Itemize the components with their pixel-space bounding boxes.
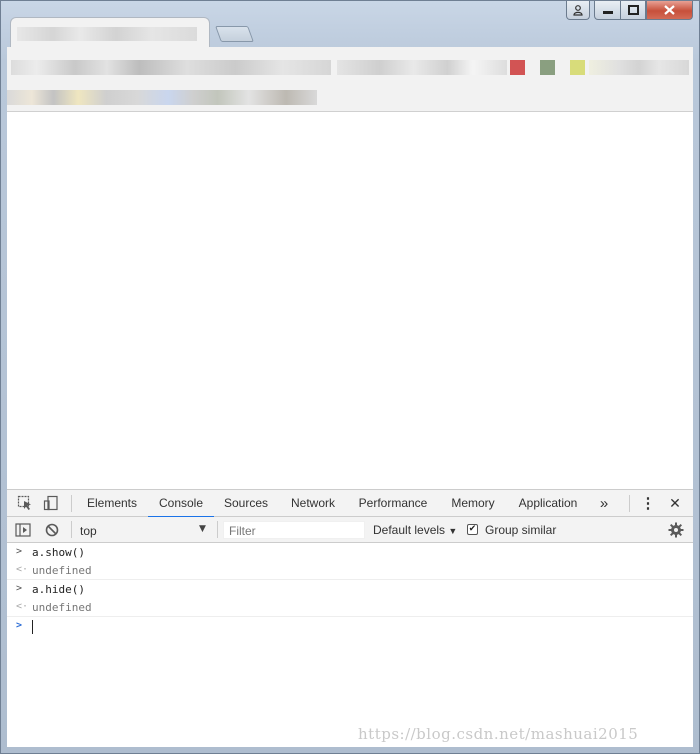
log-levels-dropdown[interactable]: Default levels ▼ [373,523,457,537]
filter-input[interactable]: Filter [223,521,365,539]
user-icon [573,4,583,16]
console-line: <· undefined [7,562,693,580]
tab-console[interactable]: Console [148,490,214,518]
toolbar-separator [629,495,630,512]
text-caret [32,620,33,634]
console-input-text: a.hide() [32,583,85,596]
tab-network[interactable]: Network [286,490,340,517]
prompt-chevron-icon: > [16,620,23,631]
tab-performance[interactable]: Performance [356,490,430,517]
address-bar-blurred[interactable] [11,60,331,75]
watermark: https://blog.csdn.net/mashuai2015 [358,725,639,743]
log-levels-label: Default levels [373,523,446,537]
group-similar-checkbox[interactable]: ✔ [467,524,478,535]
clear-console-icon[interactable] [43,521,61,539]
extension-icon-yellow[interactable] [570,60,585,75]
tab-application[interactable]: Application [515,490,581,517]
devtools-menu-button[interactable]: ⋮ [639,490,657,517]
tab-sources[interactable]: Sources [219,490,273,517]
devtools-panel: Elements Console Sources Network Perform… [7,489,693,747]
console-prompt[interactable]: > [7,618,693,636]
context-selector[interactable]: top [80,524,97,538]
extension-icon-green[interactable] [540,60,555,75]
console-output-text: undefined [32,601,92,614]
input-prompt-icon: > [16,583,23,594]
close-devtools-button[interactable]: ✕ [666,490,684,517]
restore-icon [627,5,639,15]
console-line: > a.show() [7,544,693,562]
console-input-text: a.show() [32,546,85,559]
toolbar-separator [217,521,218,538]
minimize-button[interactable] [594,1,621,20]
close-icon [664,5,675,15]
console-line: > a.hide() [7,581,693,599]
toolbar-blurred-3 [589,60,689,75]
console-toolbar: top ▼ Filter Default levels ▼ ✔ Group si… [7,517,693,543]
page-viewport[interactable] [7,111,693,489]
tab-memory[interactable]: Memory [446,490,500,517]
browser-toolbar [7,47,693,111]
more-tabs-button[interactable]: » [594,490,614,517]
minimize-icon [602,11,613,14]
tab-title-blurred [17,27,197,41]
output-result-icon: <· [16,564,29,575]
bookmarks-bar-blurred [7,90,317,105]
toolbar-blurred-2 [337,60,507,75]
profile-button[interactable] [566,1,590,20]
chevron-down-icon[interactable]: ▼ [199,524,206,534]
tab-elements[interactable]: Elements [84,490,140,517]
toolbar-separator [71,495,72,512]
console-output[interactable]: > a.show() <· undefined > a.hide() <· un… [7,544,693,636]
new-tab-button[interactable] [215,26,254,42]
group-similar-label: Group similar [485,523,557,537]
device-toolbar-icon[interactable] [42,494,60,512]
console-line: <· undefined [7,599,693,617]
inspect-element-icon[interactable] [16,494,34,512]
browser-tab[interactable] [10,17,210,47]
show-sidebar-icon[interactable] [14,521,32,539]
maximize-button[interactable] [620,1,646,20]
toolbar-separator [71,521,72,538]
gear-icon[interactable] [667,521,685,539]
chevron-down-icon: ▼ [448,526,458,536]
output-result-icon: <· [16,601,29,612]
input-prompt-icon: > [16,546,23,557]
close-window-button[interactable] [646,1,693,20]
extension-icon-red[interactable] [510,60,525,75]
console-output-text: undefined [32,564,92,577]
devtools-tab-bar: Elements Console Sources Network Perform… [7,490,693,518]
